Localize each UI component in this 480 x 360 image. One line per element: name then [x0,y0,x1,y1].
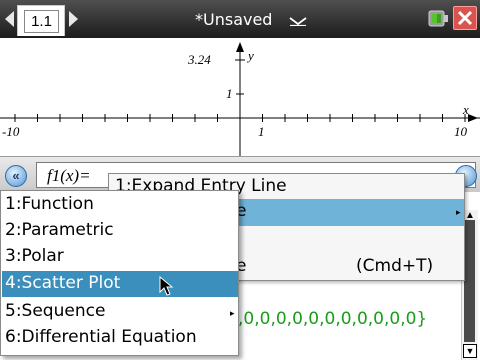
y-one-label: 1 [226,86,233,101]
menu-item-polar[interactable]: 3:Polar [5,244,64,271]
document-title[interactable]: *Unsaved [195,10,272,29]
y-axis-label: y [248,48,254,63]
x-one-label: 1 [258,124,265,139]
tab-label: 1.1 [24,10,59,33]
expand-entry-icon[interactable]: « [5,165,27,187]
submenu-arrow-icon: ▸ [456,207,461,217]
dropdown-chevron-icon[interactable] [288,16,308,26]
tab-1-1[interactable]: 1.1 [17,5,65,36]
nav-left-icon[interactable] [5,11,14,27]
battery-icon [428,10,448,27]
graph-type-submenu: 1:Function 2:Parametric 3:Polar 4:Scatte… [0,190,239,356]
menu-item-shortcut: (Cmd+T) [356,256,434,276]
history-expression: ,0,0,0,0,0,0,0,0,0,0,0} [238,309,428,329]
function-entry-label: f1(x)= [47,166,91,185]
x-max-label: 10 [454,124,467,139]
close-icon[interactable] [453,6,477,30]
graph-axes [0,42,480,156]
title-bar: 1.1 *Unsaved [0,0,480,38]
menu-item-function[interactable]: 1:Function [5,192,94,219]
menu-item-sequence[interactable]: 5:Sequence [5,299,105,326]
mouse-cursor-icon [159,276,174,296]
submenu-arrow-icon: ▸ [230,308,235,318]
x-min-label: -10 [2,124,20,139]
menu-item-parametric[interactable]: 2:Parametric [5,218,114,245]
x-axis-label: x [463,102,469,117]
y-max-label: 3.24 [188,52,211,67]
scroll-down-icon[interactable]: ▼ [463,344,477,358]
menu-item-scatter-plot[interactable]: 4:Scatter Plot [5,271,120,298]
scroll-thumb[interactable] [464,220,475,342]
menu-item-differential-equation[interactable]: 6:Differential Equation [5,325,197,352]
nav-right-icon[interactable] [69,11,78,27]
graph-area[interactable]: 3.24 y 1 x -10 1 10 [0,38,480,156]
